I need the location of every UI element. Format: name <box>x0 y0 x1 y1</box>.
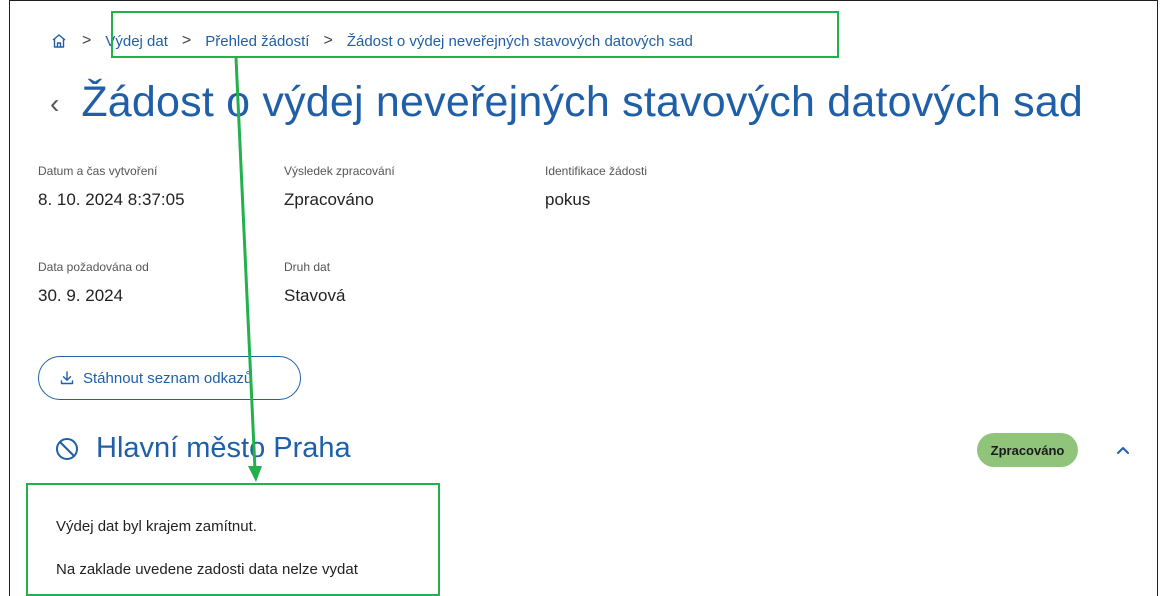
type-label: Druh dat <box>284 260 331 274</box>
chevron-up-icon[interactable] <box>1113 440 1133 460</box>
home-icon[interactable] <box>50 32 68 50</box>
download-button-label: Stáhnout seznam odkazů <box>83 369 253 387</box>
detail-result: Výsledek zpracování Zpracováno <box>284 164 395 210</box>
result-label: Výsledek zpracování <box>284 164 395 178</box>
type-value: Stavová <box>284 286 346 305</box>
detail-from: Data požadována od 30. 9. 2024 <box>38 260 149 306</box>
download-icon <box>60 371 74 385</box>
status-badge: Zpracováno <box>977 433 1078 467</box>
id-value: pokus <box>545 190 591 209</box>
detail-identification: Identifikace žádosti pokus <box>545 164 647 210</box>
back-chevron-icon[interactable]: ‹ <box>50 88 59 120</box>
message-line-2: Na zaklade uvedene zadosti data nelze vy… <box>56 561 358 578</box>
id-label: Identifikace žádosti <box>545 164 648 178</box>
page-title: Žádost o výdej neveřejných stavových dat… <box>81 78 1084 126</box>
from-label: Data požadována od <box>38 260 149 274</box>
result-value: Zpracováno <box>284 190 374 209</box>
created-value: 8. 10. 2024 8:37:05 <box>38 190 185 209</box>
download-links-button[interactable]: Stáhnout seznam odkazů <box>38 356 301 400</box>
region-header[interactable]: Hlavní město Praha <box>54 432 351 465</box>
chevron-right-icon: > <box>82 32 92 49</box>
message-line-1: Výdej dat byl krajem zamítnut. <box>56 518 257 535</box>
message-highlight-box <box>26 483 440 596</box>
breadcrumb-highlight-box <box>111 11 839 58</box>
blocked-icon <box>56 437 78 460</box>
detail-created: Datum a čas vytvoření 8. 10. 2024 8:37:0… <box>38 164 185 210</box>
from-value: 30. 9. 2024 <box>38 286 124 305</box>
detail-data-type: Druh dat Stavová <box>284 260 345 306</box>
region-title: Hlavní město Praha <box>96 432 351 464</box>
created-label: Datum a čas vytvoření <box>38 164 158 178</box>
title-row: ‹ Žádost o výdej neveřejných stavových d… <box>50 78 1083 127</box>
